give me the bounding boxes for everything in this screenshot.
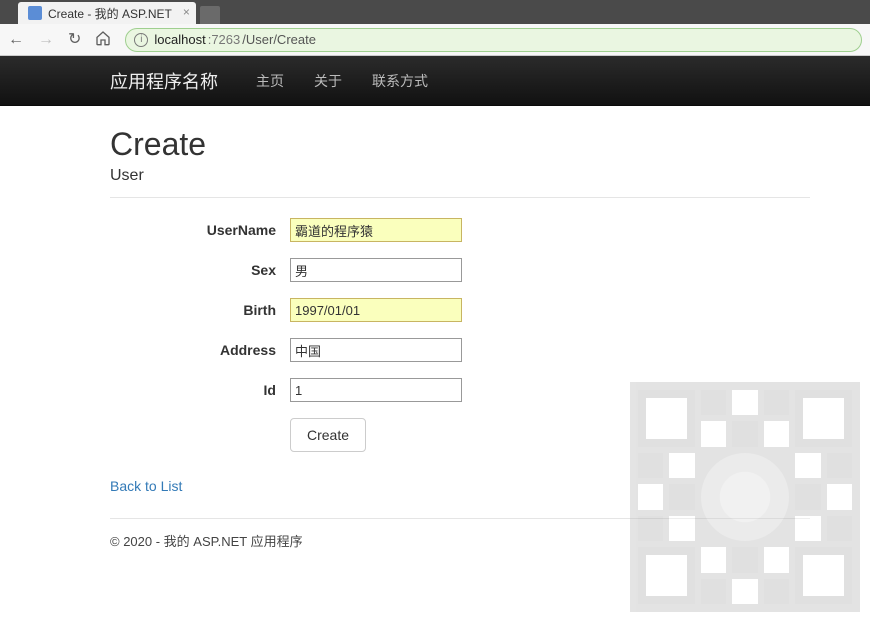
- qr-watermark-icon: [630, 382, 860, 612]
- input-address[interactable]: [290, 338, 462, 362]
- row-sex: Sex: [110, 258, 810, 282]
- row-birth: Birth: [110, 298, 810, 322]
- app-navbar: 应用程序名称 主页 关于 联系方式: [0, 56, 870, 106]
- back-icon[interactable]: ←: [8, 32, 24, 48]
- address-bar[interactable]: i localhost:7263/User/Create: [125, 28, 862, 52]
- row-address: Address: [110, 338, 810, 362]
- page-title: Create: [110, 126, 810, 163]
- tab-close-icon[interactable]: ×: [183, 6, 190, 18]
- home-icon[interactable]: [95, 30, 111, 50]
- nav-link-about[interactable]: 关于: [314, 71, 342, 91]
- browser-tab[interactable]: Create - 我的 ASP.NET ×: [18, 2, 196, 24]
- divider: [110, 197, 810, 198]
- toolbar: ← → ↻ i localhost:7263/User/Create: [0, 24, 870, 56]
- label-birth: Birth: [110, 302, 290, 318]
- nav-link-contact[interactable]: 联系方式: [372, 71, 428, 91]
- url-host: localhost: [154, 32, 205, 47]
- label-address: Address: [110, 342, 290, 358]
- tab-spacer: [0, 0, 18, 24]
- site-info-icon[interactable]: i: [134, 33, 148, 47]
- url-path: /User/Create: [242, 32, 316, 47]
- brand[interactable]: 应用程序名称: [110, 68, 218, 94]
- label-sex: Sex: [110, 262, 290, 278]
- create-button[interactable]: Create: [290, 418, 366, 452]
- input-id[interactable]: [290, 378, 462, 402]
- reload-icon[interactable]: ↻: [68, 32, 81, 48]
- back-to-list-link[interactable]: Back to List: [110, 478, 182, 494]
- input-birth[interactable]: [290, 298, 462, 322]
- label-username: UserName: [110, 222, 290, 238]
- new-tab-button[interactable]: [200, 6, 220, 24]
- nav-link-home[interactable]: 主页: [256, 71, 284, 91]
- tab-title: Create - 我的 ASP.NET: [48, 5, 172, 22]
- forward-icon: →: [38, 32, 54, 48]
- tab-bar: Create - 我的 ASP.NET ×: [0, 0, 870, 24]
- input-username[interactable]: [290, 218, 462, 242]
- label-id: Id: [110, 382, 290, 398]
- url-port: :7263: [208, 32, 241, 47]
- browser-chrome: Create - 我的 ASP.NET × ← → ↻ i localhost:…: [0, 0, 870, 56]
- page-subtitle: User: [110, 167, 810, 185]
- row-username: UserName: [110, 218, 810, 242]
- tab-favicon-icon: [28, 6, 42, 20]
- input-sex[interactable]: [290, 258, 462, 282]
